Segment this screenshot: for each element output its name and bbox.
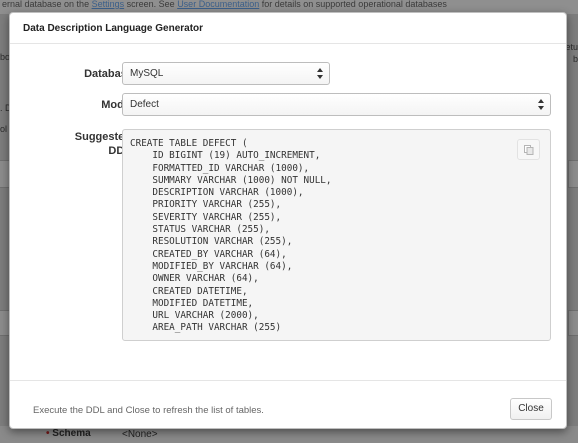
dialog-footer: Execute the DDL and Close to refresh the…: [10, 380, 566, 428]
dialog-title: Data Description Language Generator: [23, 23, 204, 34]
required-marker: •: [46, 428, 50, 439]
close-button[interactable]: Close: [510, 398, 552, 420]
copy-button[interactable]: [517, 139, 540, 160]
model-select[interactable]: Defect: [122, 93, 551, 116]
notice-mid: screen. See: [126, 0, 175, 9]
background-field: [568, 310, 578, 336]
user-documentation-link: User Documentation: [177, 0, 260, 9]
notice-suffix: for details on supported operational dat…: [261, 0, 447, 9]
ddl-generator-dialog: Data Description Language Generator Data…: [9, 12, 567, 429]
background-field: [568, 160, 578, 188]
select-arrows-icon: [538, 99, 544, 110]
settings-link: Settings: [91, 0, 125, 9]
copy-icon: [524, 145, 534, 155]
background-left-fragment: ol: [0, 124, 8, 134]
schema-value: <None>: [122, 429, 158, 440]
schema-label: Schema: [52, 428, 91, 439]
notice-prefix: ernal database on the: [2, 0, 90, 9]
model-select-value: Defect: [130, 99, 159, 110]
dialog-header: Data Description Language Generator: [10, 13, 566, 44]
database-select-value: MySQL: [130, 68, 164, 79]
footer-message: Execute the DDL and Close to refresh the…: [33, 405, 264, 416]
ddl-text: CREATE TABLE DEFECT ( ID BIGINT (19) AUT…: [130, 138, 332, 334]
ddl-textarea[interactable]: CREATE TABLE DEFECT ( ID BIGINT (19) AUT…: [122, 129, 551, 341]
background-right-fragment: b: [572, 54, 578, 64]
select-arrows-icon: [317, 68, 323, 79]
database-select[interactable]: MySQL: [122, 62, 330, 85]
